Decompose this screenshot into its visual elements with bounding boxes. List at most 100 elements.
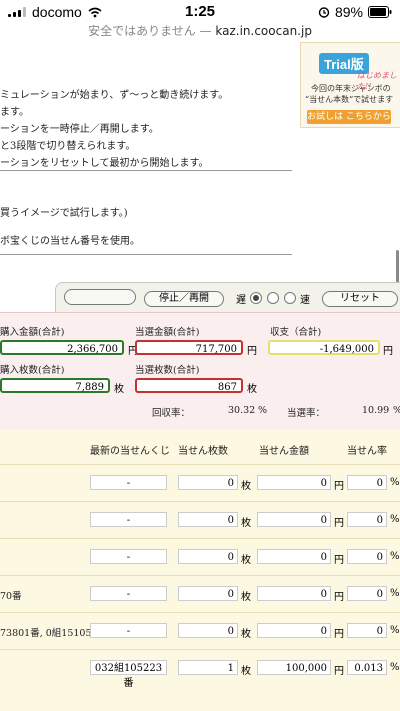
hit-rate-value: 10.99	[362, 405, 390, 416]
description-line: ます。	[0, 107, 29, 118]
win-amount-label: 当選金額(合計)	[135, 327, 200, 338]
pause-resume-button[interactable]: 停止／再開	[144, 291, 224, 307]
purchase-count-field: 7,889	[0, 378, 110, 393]
win-amount-field: 0	[257, 475, 331, 490]
table-row: 032組105223番 1 枚 100,000 円 0.013%	[0, 649, 400, 689]
balance-field: -1,649,000	[268, 340, 380, 355]
percent-unit: %	[390, 477, 400, 488]
row-stub-text: 70番	[0, 591, 22, 602]
table-row: 73801番, 0組151057番, -0 枚 0 円 0%	[0, 612, 400, 649]
percent-unit: %	[390, 662, 400, 673]
win-count-field: 1	[178, 660, 238, 675]
percent-unit: %	[393, 405, 400, 416]
mai-unit: 枚	[241, 629, 251, 640]
percent-unit: %	[390, 588, 400, 599]
percent-unit: %	[390, 514, 400, 525]
address-bar[interactable]: 安全ではありません — kaz.in.coocan.jp	[0, 22, 400, 42]
column-header: 当せん金額	[259, 446, 309, 457]
speed-radio-slow[interactable]	[250, 292, 262, 304]
win-amount-field: 0	[257, 512, 331, 527]
mai-unit: 枚	[247, 384, 257, 395]
battery-icon	[368, 6, 392, 18]
hit-rate-label: 当選率：	[287, 408, 326, 419]
mai-unit: 枚	[241, 518, 251, 529]
results-table: 最新の当せんくじ 当せん枚数 当せん金額 当せん率 -0 枚 0 円 0% -0 枚 0 円 0%…	[0, 430, 400, 711]
column-header: 最新の当せんくじ	[90, 446, 170, 457]
yen-unit: 円	[334, 481, 344, 492]
percent-unit: %	[390, 551, 400, 562]
latest-ticket-field: -	[90, 623, 167, 638]
latest-ticket-field: -	[90, 586, 167, 601]
yen-unit: 円	[334, 518, 344, 529]
win-rate-field: 0	[347, 475, 387, 490]
yen-unit: 円	[334, 666, 344, 677]
mai-unit: 枚	[241, 592, 251, 603]
win-rate-field: 0	[347, 512, 387, 527]
speed-radio-fast[interactable]	[284, 292, 296, 304]
column-header: 当せん率	[347, 446, 387, 457]
mai-unit: 枚	[114, 384, 124, 395]
page-content: ミュレーションが始まり、ず〜っと動き続けます。 ます。 ーションを一時停止／再開…	[0, 42, 400, 711]
win-count-field: 0	[178, 549, 238, 564]
balance-label: 収支（合計)	[270, 327, 322, 338]
win-count-label: 当選枚数(合計)	[135, 365, 200, 376]
win-count-field: 0	[178, 586, 238, 601]
latest-ticket-field: 032組105223番	[90, 660, 167, 689]
mai-unit: 枚	[241, 481, 251, 492]
control-panel: 停止／再開 遅 速 リセット	[55, 282, 400, 314]
description-line: ミュレーションが始まり、ず〜っと動き続けます。	[0, 90, 229, 101]
win-count-field: 0	[178, 475, 238, 490]
percent-unit: %	[390, 625, 400, 636]
alarm-icon	[318, 7, 330, 18]
yen-unit: 円	[334, 592, 344, 603]
url-domain: kaz.in.coocan.jp	[215, 24, 312, 38]
banner-text: 今回の年末ジャンボの	[311, 84, 391, 93]
yen-unit: 円	[334, 629, 344, 640]
purchase-count-label: 購入枚数(合計)	[0, 365, 65, 376]
fast-label: 速	[300, 295, 310, 306]
yen-unit: 円	[334, 555, 344, 566]
latest-ticket-field: -	[90, 549, 167, 564]
reset-button[interactable]: リセット	[322, 291, 398, 307]
table-row: -0 枚 0 円 0%	[0, 501, 400, 538]
table-row: 70番 -0 枚 0 円 0%	[0, 575, 400, 612]
status-bar: docomo 1:25 89%	[0, 0, 400, 24]
banner-text: “当せん本数”で試せます	[305, 95, 394, 104]
description-line: 買うイメージで試行します。)	[0, 208, 128, 219]
table-row: -0 枚 0 円 0%	[0, 538, 400, 575]
win-count-field: 0	[178, 623, 238, 638]
win-amount-field: 100,000	[257, 660, 331, 675]
summary-panel: 購入金額(合計) 2,366,700 円 当選金額(合計) 717,700 円 …	[0, 312, 400, 431]
purchase-amount-label: 購入金額(合計)	[0, 327, 65, 338]
description-line: ボ宝くじの当せん番号を使用。	[0, 236, 140, 247]
yen-unit: 円	[247, 346, 257, 357]
return-rate-label: 回収率：	[152, 408, 191, 419]
win-amount-field: 0	[257, 623, 331, 638]
speed-radio-mid[interactable]	[267, 292, 279, 304]
win-count-field: 867	[135, 378, 243, 393]
yen-unit: 円	[383, 346, 393, 357]
column-header: 当せん枚数	[178, 446, 228, 457]
win-rate-field: 0	[347, 586, 387, 601]
divider	[0, 254, 292, 255]
banner-cta-button[interactable]: お試しは こちらから	[307, 110, 391, 124]
blank-button[interactable]	[64, 289, 136, 305]
win-rate-field: 0	[347, 549, 387, 564]
slow-label: 遅	[236, 295, 246, 306]
latest-ticket-field: -	[90, 512, 167, 527]
description-line: と3段階で切り替えられます。	[0, 141, 136, 152]
battery-percent: 89%	[334, 4, 363, 20]
table-row: -0 枚 0 円 0%	[0, 464, 400, 501]
description-line: ーションをリセットして最初から開始します。	[0, 158, 209, 169]
percent-unit: %	[258, 405, 268, 416]
win-rate-field: 0	[347, 623, 387, 638]
win-amount-field: 0	[257, 586, 331, 601]
purchase-amount-field: 2,366,700	[0, 340, 124, 355]
trial-banner[interactable]: Trial版 はじめました!! 今回の年末ジャンボの “当せん本数”で試せます …	[300, 42, 400, 128]
win-amount-field: 0	[257, 549, 331, 564]
mai-unit: 枚	[241, 666, 251, 677]
latest-ticket-field: -	[90, 475, 167, 490]
mai-unit: 枚	[241, 555, 251, 566]
win-amount-field: 717,700	[135, 340, 243, 355]
return-rate-value: 30.32	[228, 405, 256, 416]
